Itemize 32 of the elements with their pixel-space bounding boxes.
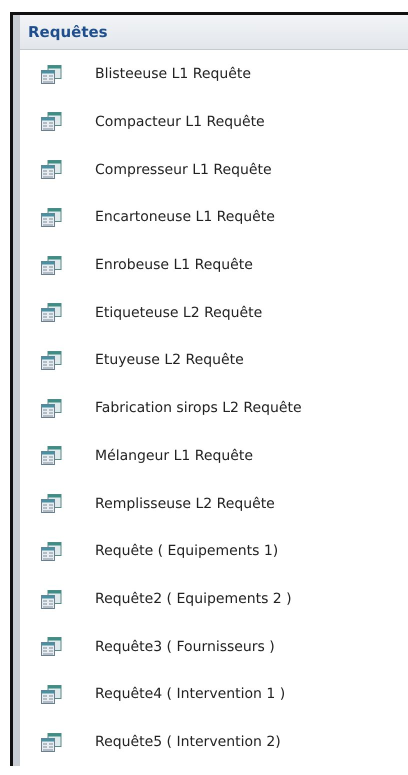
query-icon bbox=[41, 208, 62, 227]
query-icon bbox=[41, 684, 62, 704]
query-icon bbox=[41, 542, 62, 561]
query-item[interactable]: Mélangeur L1 Requête bbox=[20, 432, 408, 480]
query-item[interactable]: Enrobeuse L1 Requête bbox=[20, 241, 408, 289]
query-item[interactable]: Requête3 ( Fournisseurs ) bbox=[20, 622, 408, 671]
query-icon bbox=[41, 64, 62, 84]
group-title: Requêtes bbox=[28, 23, 108, 42]
query-item[interactable]: Requête2 ( Equipements 2 ) bbox=[20, 575, 408, 623]
query-item[interactable]: Requête ( Equipements 1) bbox=[20, 527, 408, 576]
query-icon bbox=[41, 112, 62, 132]
query-icon bbox=[41, 590, 62, 608]
query-item[interactable]: Requête4 ( Intervention 1 ) bbox=[20, 670, 408, 718]
group-header[interactable]: Requêtes bbox=[20, 15, 408, 50]
query-icon bbox=[41, 350, 62, 370]
query-item[interactable]: Etiqueteuse L2 Requête bbox=[20, 288, 408, 337]
query-item[interactable]: Compacteur L1 Requête bbox=[20, 98, 408, 146]
query-icon bbox=[41, 494, 62, 514]
query-item[interactable]: Requête5 ( Intervention 2) bbox=[20, 718, 408, 766]
query-item[interactable]: Blisteeuse L1 Requête bbox=[20, 50, 408, 98]
query-icon bbox=[41, 303, 62, 322]
query-icon bbox=[41, 256, 62, 275]
query-item[interactable]: Fabrication sirops L2 Requête bbox=[20, 384, 408, 432]
query-icon bbox=[41, 637, 62, 656]
query-item[interactable]: Encartoneuse L1 Requête bbox=[20, 194, 408, 242]
query-icon bbox=[41, 398, 62, 418]
query-icon bbox=[41, 732, 62, 752]
query-item[interactable]: Compresseur L1 Requête bbox=[20, 146, 408, 194]
query-item[interactable]: Remplisseuse L2 Requête bbox=[20, 480, 408, 528]
query-item[interactable]: Etuyeuse L2 Requête bbox=[20, 336, 408, 384]
query-icon bbox=[41, 160, 62, 180]
query-icon bbox=[41, 446, 62, 466]
